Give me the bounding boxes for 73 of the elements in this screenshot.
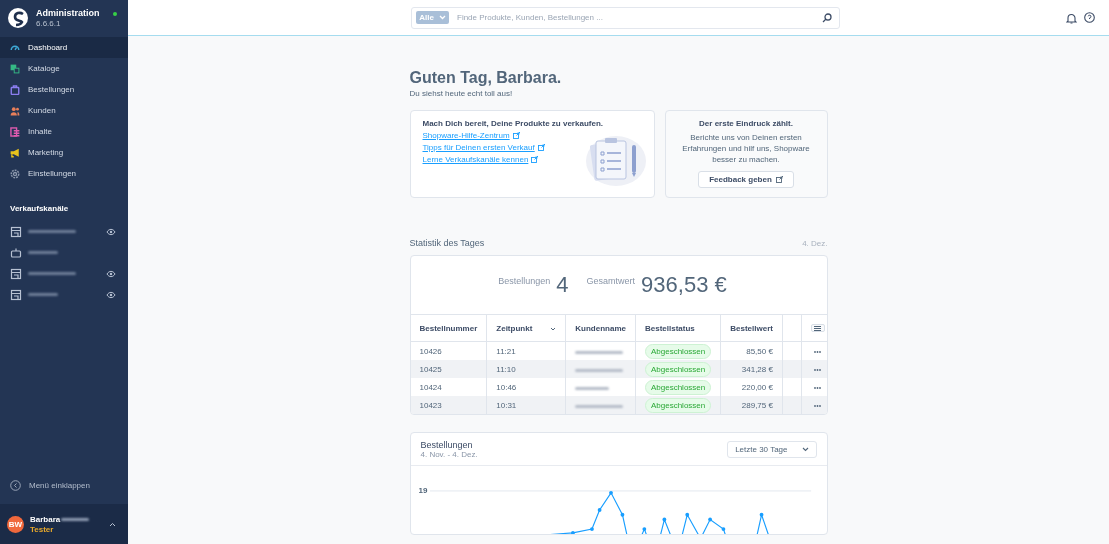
column-header[interactable]: Bestellnummer	[410, 315, 487, 342]
collapse-menu-link[interactable]: Menü einklappen	[0, 473, 128, 497]
period-dropdown[interactable]: Letzte 30 Tage	[727, 441, 817, 458]
collapse-menu-label: Menü einklappen	[29, 480, 90, 490]
redacted-name	[575, 350, 624, 354]
card-title: Der erste Eindruck zählt.	[699, 119, 793, 128]
axis-label: 19	[418, 486, 428, 495]
table-cell: 341,28 €	[720, 360, 783, 378]
store-icon	[10, 288, 22, 301]
date-range-label: 4. Nov. - 4. Dez.	[420, 450, 478, 459]
app-title: Administration	[36, 8, 101, 18]
robot-icon	[10, 246, 22, 259]
redacted-name	[575, 404, 624, 408]
external-link-icon	[531, 156, 539, 163]
redacted-name	[575, 386, 610, 390]
nav-item[interactable]: Dashboard	[0, 37, 128, 58]
logo-icon	[8, 8, 28, 28]
status-badge: Abgeschlossen	[644, 397, 712, 413]
greeting-subtitle: Du siehst heute echt toll aus!	[409, 89, 514, 98]
chart-title: Bestellungen	[420, 440, 474, 450]
menu-icon	[814, 325, 822, 331]
redacted-name[interactable]	[28, 272, 76, 275]
redacted-name	[61, 517, 90, 521]
greeting-heading: Guten Tag, Barbara.	[409, 69, 563, 87]
store-icon	[10, 267, 22, 280]
chevron-icon	[801, 447, 809, 452]
section-title: Statistik des Tages	[409, 238, 485, 248]
redacted-name[interactable]	[28, 251, 58, 254]
redacted-name[interactable]	[28, 293, 58, 296]
table-cell: 11:10	[486, 360, 566, 378]
column-settings-button[interactable]	[810, 324, 825, 332]
user-name: Barbara	[30, 514, 61, 524]
external-link-icon	[775, 176, 783, 184]
chevron-icon	[438, 15, 446, 20]
version-label: 6.6.6.1	[36, 19, 62, 28]
kpi-label: Bestellungen	[498, 276, 551, 286]
store-icon	[10, 225, 22, 238]
feedback-button[interactable]: Feedback geben	[698, 171, 794, 189]
column-header[interactable]: Bestellstatus	[635, 315, 721, 342]
status-badge: Abgeschlossen	[644, 361, 712, 377]
nav-item[interactable]: Kunden	[0, 100, 128, 121]
user-role: Tester	[30, 524, 55, 534]
redacted-name[interactable]	[28, 230, 76, 233]
nav-item[interactable]: Marketing	[0, 142, 128, 163]
help-icon[interactable]	[1084, 12, 1095, 23]
column-header[interactable]: Zeitpunkt	[486, 315, 566, 342]
status-badge: Abgeschlossen	[644, 379, 712, 395]
date-label: 4. Dez.	[802, 239, 828, 248]
kpi-value: 4	[556, 272, 569, 298]
table-cell: 10425	[410, 360, 487, 378]
table-cell: 10:31	[486, 396, 566, 414]
kpi-label: Gesamtwert	[586, 276, 636, 286]
external-link-icon	[537, 144, 545, 151]
nav-item[interactable]: Kataloge	[0, 58, 128, 79]
external-link-icon	[512, 132, 520, 139]
feedback-text: Berichte uns von Deinen ersten Erfahrungen und hilf uns, Shopware besser zu machen.	[681, 133, 811, 166]
chevron-circle-icon	[10, 479, 21, 491]
card-title: Mach Dich bereit, Deine Produkte zu verkaufen.	[422, 119, 603, 128]
status-badge: Abgeschlossen	[644, 343, 712, 359]
kpi-value: 936,53 €	[641, 272, 727, 298]
section-heading: Verkaufskanäle	[9, 203, 70, 215]
caret-icon	[109, 521, 116, 527]
column-header[interactable]: Bestellwert	[720, 315, 783, 342]
nav-item[interactable]: Einstellungen	[0, 163, 128, 184]
notification-bell-icon[interactable]	[1066, 11, 1077, 24]
nav-item[interactable]: Bestellungen	[0, 79, 128, 100]
search-icon	[822, 12, 832, 23]
redacted-name	[575, 368, 624, 372]
table-cell: 289,75 €	[720, 396, 783, 414]
nav-item[interactable]: Inhalte	[0, 121, 128, 142]
table-cell: 10423	[410, 396, 487, 414]
avatar: BW	[7, 515, 24, 533]
column-header[interactable]: Kundenname	[565, 315, 636, 342]
